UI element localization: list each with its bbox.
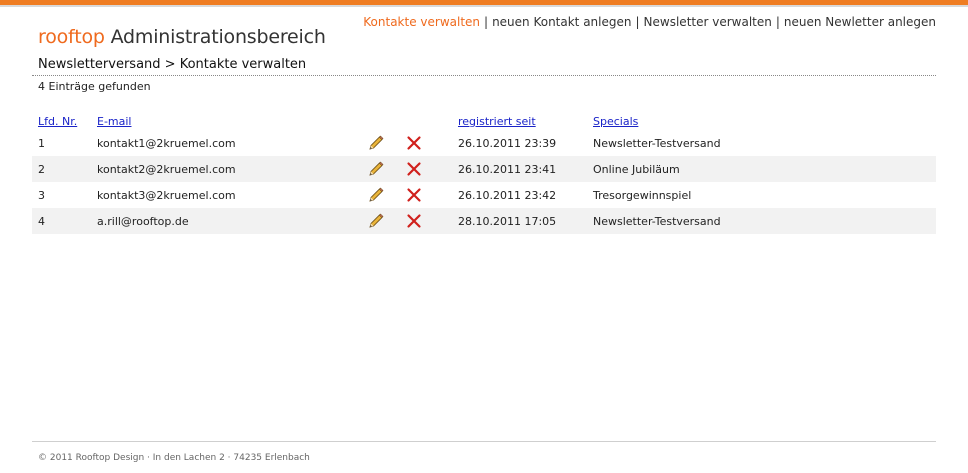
nav-separator: | [775,15,780,29]
row-specials: Newsletter-Testversand [593,214,721,228]
row-email: a.rill@rooftop.de [97,214,189,228]
footer-divider [32,441,936,442]
delete-column-header [405,112,458,130]
pencil-icon[interactable] [367,160,385,178]
row-specials: Online Jubiläum [593,162,680,176]
row-number: 4 [38,214,45,228]
table-row: 2 kontakt2@2kruemel.com 26.10.2011 23:41… [32,156,936,182]
nav-separator: | [484,15,489,29]
row-registered: 26.10.2011 23:39 [458,136,557,150]
admin-title: Administrationsbereich [110,26,326,48]
nav-newsletter-verwalten[interactable]: Newsletter verwalten [644,15,772,29]
row-specials: Tresorgewinnspiel [593,188,692,202]
row-number: 2 [38,162,45,176]
footer-text: © 2011 Rooftop Design · In den Lachen 2 … [38,453,310,463]
table-row: 1 kontakt1@2kruemel.com 26.10.2011 23:39… [32,130,936,156]
brand-name: rooftop [38,26,105,48]
breadcrumb: Newsletterversand > Kontakte verwalten [38,57,307,72]
nav-separator: | [635,15,640,29]
table-header-row: Lfd. Nr. E-mail registriert seit Special… [32,112,936,130]
pencil-icon[interactable] [367,134,385,152]
row-email: kontakt3@2kruemel.com [97,188,236,202]
nav-kontakte-verwalten[interactable]: Kontakte verwalten [363,15,480,29]
sort-specials-header[interactable]: Specials [593,115,638,128]
table-row: 4 a.rill@rooftop.de 28.10.2011 17:05 New… [32,208,936,234]
edit-column-header [367,112,405,130]
pencil-icon[interactable] [367,186,385,204]
sort-email-header[interactable]: E-mail [97,115,132,128]
row-number: 1 [38,136,45,150]
sort-number-header[interactable]: Lfd. Nr. [38,115,77,128]
result-count: 4 Einträge gefunden [38,80,151,93]
contacts-table: Lfd. Nr. E-mail registriert seit Special… [32,112,936,234]
nav-neuen-kontakt-anlegen[interactable]: neuen Kontakt anlegen [492,15,631,29]
row-registered: 26.10.2011 23:42 [458,188,557,202]
logo: rooftop Administrationsbereich [38,26,326,48]
row-specials: Newsletter-Testversand [593,136,721,150]
row-number: 3 [38,188,45,202]
top-navigation: Kontakte verwalten | neuen Kontakt anlegen… [363,15,936,29]
nav-neuen-newsletter-anlegen[interactable]: neuen Newletter anlegen [784,15,936,29]
sort-registered-header[interactable]: registriert seit [458,115,536,128]
delete-x-icon[interactable] [405,186,423,204]
pencil-icon[interactable] [367,212,385,230]
delete-x-icon[interactable] [405,134,423,152]
row-email: kontakt1@2kruemel.com [97,136,236,150]
delete-x-icon[interactable] [405,160,423,178]
delete-x-icon[interactable] [405,212,423,230]
dotted-divider [32,75,936,76]
row-registered: 28.10.2011 17:05 [458,214,557,228]
top-bar-shadow [0,5,968,7]
table-row: 3 kontakt3@2kruemel.com 26.10.2011 23:42… [32,182,936,208]
row-registered: 26.10.2011 23:41 [458,162,557,176]
row-email: kontakt2@2kruemel.com [97,162,236,176]
